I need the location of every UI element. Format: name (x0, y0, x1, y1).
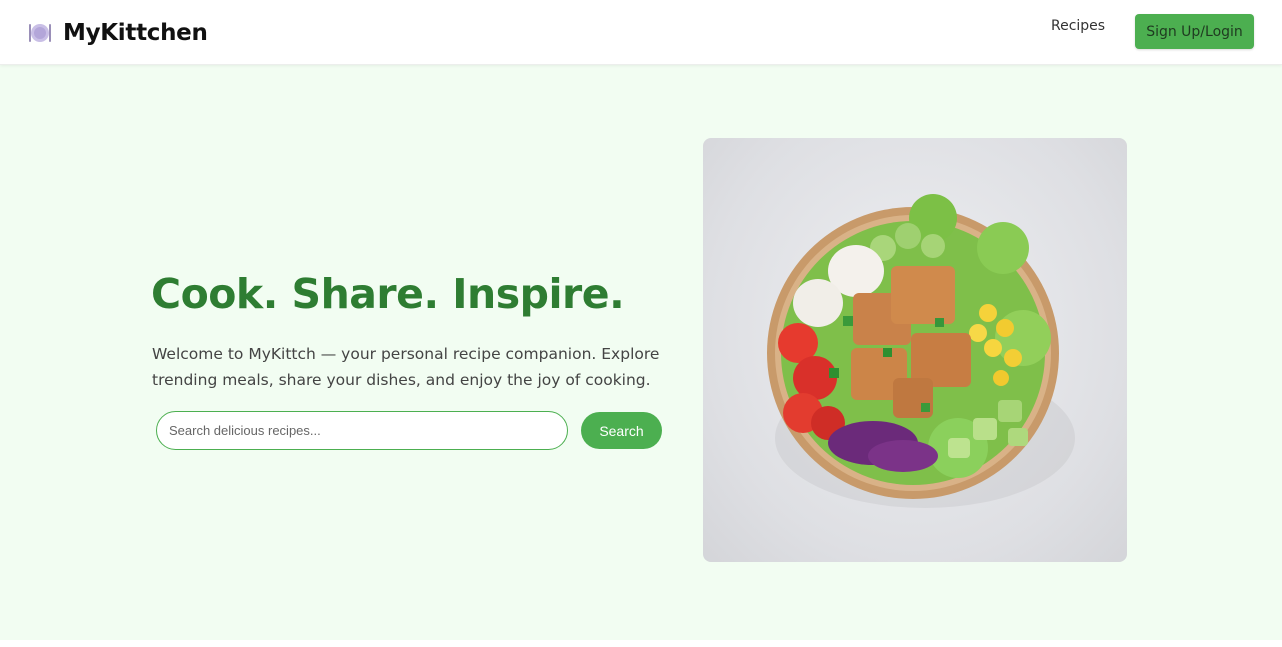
recipe-search-input[interactable] (156, 411, 568, 450)
hero-tagline: Welcome to MyKittch — your personal reci… (152, 345, 660, 389)
brand-name: MyKittchen (63, 20, 208, 46)
hero-headline: Cook. Share. Inspire. (151, 270, 625, 318)
footer-strip (0, 640, 1282, 647)
plate-icon (29, 24, 51, 42)
nav-link-recipes[interactable]: Recipes (1051, 18, 1105, 34)
top-navbar: MyKittchen Recipes Sign Up/Login (0, 0, 1282, 65)
brand-logo[interactable]: MyKittchen (27, 20, 208, 46)
hero-section: Cook. Share. Inspire. Welcome to MyKittc… (0, 65, 1282, 640)
salad-bowl-photo (703, 138, 1127, 562)
signup-login-button[interactable]: Sign Up/Login (1135, 14, 1254, 49)
search-button[interactable]: Search (581, 412, 662, 449)
salad-bowl-illustration (767, 194, 1075, 508)
